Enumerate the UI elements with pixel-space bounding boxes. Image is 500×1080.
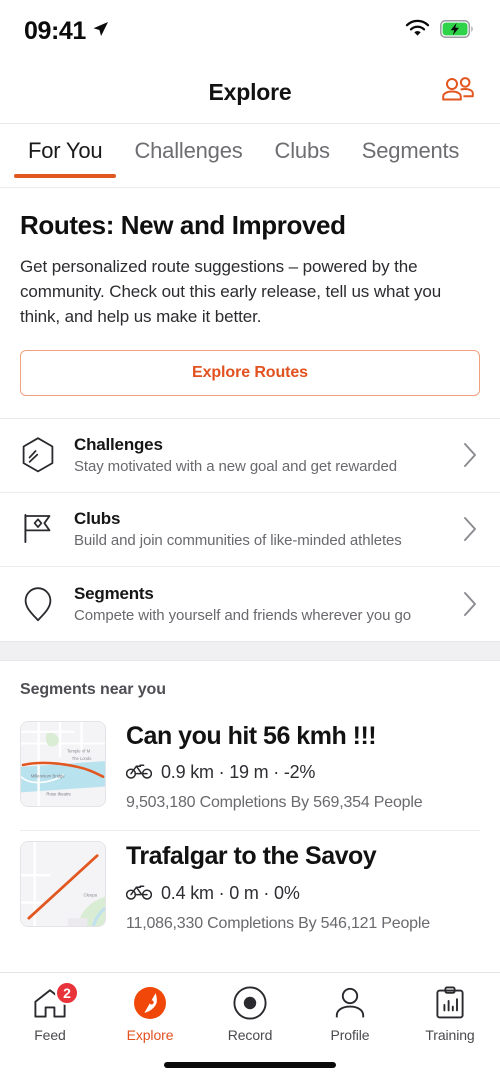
segment-info: Can you hit 56 kmh !!! 0.9 km · 19 m · -…: [125, 721, 480, 813]
segment-stats: 0.4 km · 0 m · 0%: [125, 882, 480, 905]
tab-active-underline: [14, 174, 117, 178]
list-item-subtitle: Build and join communities of like-minde…: [74, 532, 402, 550]
bottom-navigation: 2 Feed Explore Record Profile Training: [0, 972, 500, 1080]
nav-item-feed[interactable]: 2 Feed: [0, 981, 100, 1043]
segments-near-you-section: Segments near you Temple of M The Londo …: [0, 661, 500, 951]
tab-for-you-label: For You: [28, 138, 103, 163]
group-people-button[interactable]: [436, 75, 480, 111]
chevron-right-icon: [460, 442, 480, 468]
nav-item-label: Feed: [34, 1027, 66, 1043]
discover-list: Challenges Stay motivated with a new goa…: [0, 417, 500, 641]
svg-text:Temple of M: Temple of M: [67, 748, 91, 753]
page-title: Explore: [208, 79, 292, 105]
segment-info: Trafalgar to the Savoy 0.4 km · 0 m · 0%…: [125, 841, 480, 933]
nav-item-training[interactable]: Training: [400, 983, 500, 1043]
tab-challenges[interactable]: Challenges: [118, 124, 258, 164]
segment-map-thumbnail: Cleopa: [20, 841, 106, 928]
list-item-challenges[interactable]: Challenges Stay motivated with a new goa…: [0, 419, 500, 493]
svg-text:The Londo: The Londo: [72, 756, 92, 761]
record-circle-icon: [232, 983, 268, 1023]
segment-stats-text: 0.4 km · 0 m · 0%: [161, 882, 300, 903]
chevron-right-icon: [460, 591, 480, 617]
segment-stats: 0.9 km · 19 m · -2%: [125, 761, 480, 784]
list-item-clubs[interactable]: Clubs Build and join communities of like…: [0, 493, 500, 567]
bicycle-icon: [125, 761, 153, 784]
tab-bar: For You Challenges Clubs Segments: [0, 124, 500, 188]
tab-segments[interactable]: Segments: [346, 124, 475, 164]
nav-item-profile[interactable]: Profile: [300, 983, 400, 1043]
nav-item-label: Training: [425, 1027, 475, 1043]
section-divider-band: [0, 640, 500, 661]
pin-segment-icon: [18, 584, 58, 624]
group-people-icon: [441, 77, 475, 108]
person-icon: [333, 983, 367, 1023]
promo-body: Get personalized route suggestions – pow…: [20, 257, 442, 326]
tab-segments-label: Segments: [361, 138, 460, 163]
nav-item-record[interactable]: Record: [200, 983, 300, 1043]
tab-clubs-label: Clubs: [274, 138, 330, 163]
status-time: 09:41: [24, 16, 86, 45]
nav-item-label: Record: [227, 1027, 273, 1043]
segment-meta: 11,086,330 Completions By 546,121 People: [126, 914, 430, 932]
status-bar-right: [405, 19, 474, 43]
tab-for-you[interactable]: For You: [12, 124, 118, 178]
home-indicator: [164, 1062, 336, 1068]
list-item-text: Segments Compete with yourself and frien…: [74, 584, 444, 624]
list-item-subtitle: Compete with yourself and friends wherev…: [74, 606, 411, 624]
tab-challenges-label: Challenges: [134, 138, 243, 163]
app-header: Explore: [0, 62, 500, 124]
flag-club-icon: [18, 509, 58, 549]
tab-clubs[interactable]: Clubs: [259, 124, 346, 164]
home-icon: 2: [33, 981, 79, 1023]
svg-text:Millennium Bridge: Millennium Bridge: [31, 774, 66, 779]
list-item-title: Segments: [74, 583, 154, 603]
segment-card[interactable]: Temple of M The Londo Millennium Bridge …: [20, 711, 480, 832]
app-screen: 09:41 Explore For You Challenges Clubs S…: [0, 0, 500, 1080]
feed-badge: 2: [55, 981, 79, 1005]
bicycle-icon: [125, 882, 153, 905]
segment-title: Can you hit 56 kmh !!!: [126, 721, 377, 750]
segment-meta: 9,503,180 Completions By 569,354 People: [126, 794, 423, 812]
clipboard-chart-icon: [434, 983, 466, 1023]
segment-card[interactable]: Cleopa Trafalgar to the Savoy 0.4 km · 0…: [20, 831, 480, 951]
segments-section-heading: Segments near you: [20, 680, 166, 698]
segment-title: Trafalgar to the Savoy: [126, 842, 377, 871]
wifi-icon: [405, 19, 430, 43]
location-arrow-icon: [90, 19, 110, 44]
battery-charging-icon: [440, 19, 474, 43]
list-item-title: Clubs: [74, 509, 121, 529]
list-item-segments[interactable]: Segments Compete with yourself and frien…: [0, 567, 500, 641]
explore-routes-button[interactable]: Explore Routes: [20, 349, 480, 396]
svg-text:Rose theatre: Rose theatre: [46, 791, 71, 796]
list-item-subtitle: Stay motivated with a new goal and get r…: [74, 458, 397, 476]
status-bar-left: 09:41: [24, 17, 110, 46]
promo-card: Routes: New and Improved Get personalize…: [0, 188, 500, 418]
list-item-text: Challenges Stay motivated with a new goa…: [74, 435, 444, 475]
promo-title: Routes: New and Improved: [20, 210, 346, 240]
nav-item-explore[interactable]: Explore: [100, 983, 200, 1043]
nav-item-label: Explore: [126, 1027, 174, 1043]
chevron-right-icon: [460, 516, 480, 542]
status-bar: 09:41: [0, 0, 500, 62]
nav-item-label: Profile: [330, 1027, 370, 1043]
hexagon-challenge-icon: [18, 435, 58, 475]
compass-icon: [130, 983, 170, 1023]
list-item-text: Clubs Build and join communities of like…: [74, 509, 444, 549]
list-item-title: Challenges: [74, 435, 163, 455]
segment-map-thumbnail: Temple of M The Londo Millennium Bridge …: [20, 720, 106, 807]
segment-stats-text: 0.9 km · 19 m · -2%: [161, 762, 316, 783]
svg-text:Cleopa: Cleopa: [84, 893, 98, 898]
